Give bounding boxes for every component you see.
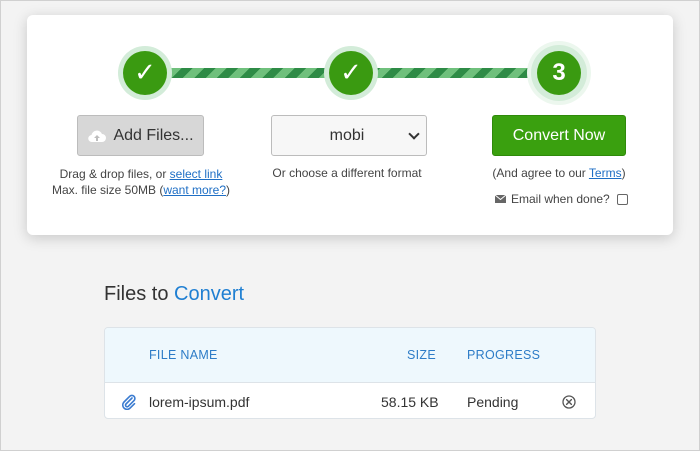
format-selected-value: mobi: [329, 126, 365, 144]
header-size: SIZE: [407, 348, 436, 362]
files-to-convert-title: Files to Convert: [104, 283, 244, 306]
table-header: FILE NAME SIZE PROGRESS: [105, 328, 595, 383]
remove-file-icon[interactable]: [562, 395, 576, 409]
format-select[interactable]: mobi: [271, 115, 427, 156]
envelope-icon: [495, 195, 506, 203]
terms-hint: (And agree to our Terms): [459, 165, 659, 181]
step-1-complete: ✓: [123, 51, 167, 95]
upload-hint: Drag & drop files, or select link Max. f…: [41, 166, 241, 198]
max-size-text: Max. file size 50MB (: [51, 183, 164, 197]
paperclip-icon: [121, 394, 136, 410]
max-size-suffix: ): [226, 183, 231, 197]
header-progress: PROGRESS: [467, 348, 541, 362]
email-checkbox[interactable]: [616, 193, 628, 205]
progress-bar-2-3: [369, 68, 549, 78]
step-number: 3: [552, 59, 566, 86]
email-when-done-row: Email when done?: [495, 191, 635, 207]
step-2-complete: ✓: [329, 51, 373, 95]
title-accent: Convert: [174, 283, 245, 305]
files-table: FILE NAME SIZE PROGRESS lorem-ipsum.pdf …: [104, 327, 596, 419]
file-size-cell: 58.15 KB: [381, 394, 439, 410]
title-plain: Files to: [104, 283, 175, 305]
add-files-button[interactable]: Add Files...: [77, 115, 204, 156]
progress-bar-1-2: [159, 68, 339, 78]
table-row: lorem-ipsum.pdf 58.15 KB Pending: [105, 383, 595, 418]
add-files-label: Add Files...: [113, 126, 194, 144]
terms-link[interactable]: Terms: [589, 166, 622, 180]
conversion-card: ✓ ✓ 3 Add Files... Drag & drop files, or…: [27, 15, 673, 235]
checkmark-icon: ✓: [134, 58, 156, 88]
want-more-link[interactable]: want more?: [163, 183, 226, 197]
email-label: Email when done?: [511, 192, 610, 206]
chevron-down-icon: [408, 128, 420, 140]
file-progress-cell: Pending: [467, 394, 519, 410]
cloud-upload-icon: [88, 130, 107, 142]
header-file-name: FILE NAME: [149, 348, 218, 362]
format-hint: Or choose a different format: [272, 166, 422, 180]
file-name-cell: lorem-ipsum.pdf: [149, 394, 250, 410]
terms-text: (And agree to our: [492, 166, 589, 180]
terms-suffix: ): [621, 166, 626, 180]
select-link[interactable]: select link: [170, 167, 223, 181]
convert-now-button[interactable]: Convert Now: [492, 115, 626, 156]
step-3-current: 3: [537, 51, 581, 95]
upload-hint-text: Drag & drop files, or: [59, 167, 170, 181]
checkmark-icon: ✓: [340, 58, 362, 88]
